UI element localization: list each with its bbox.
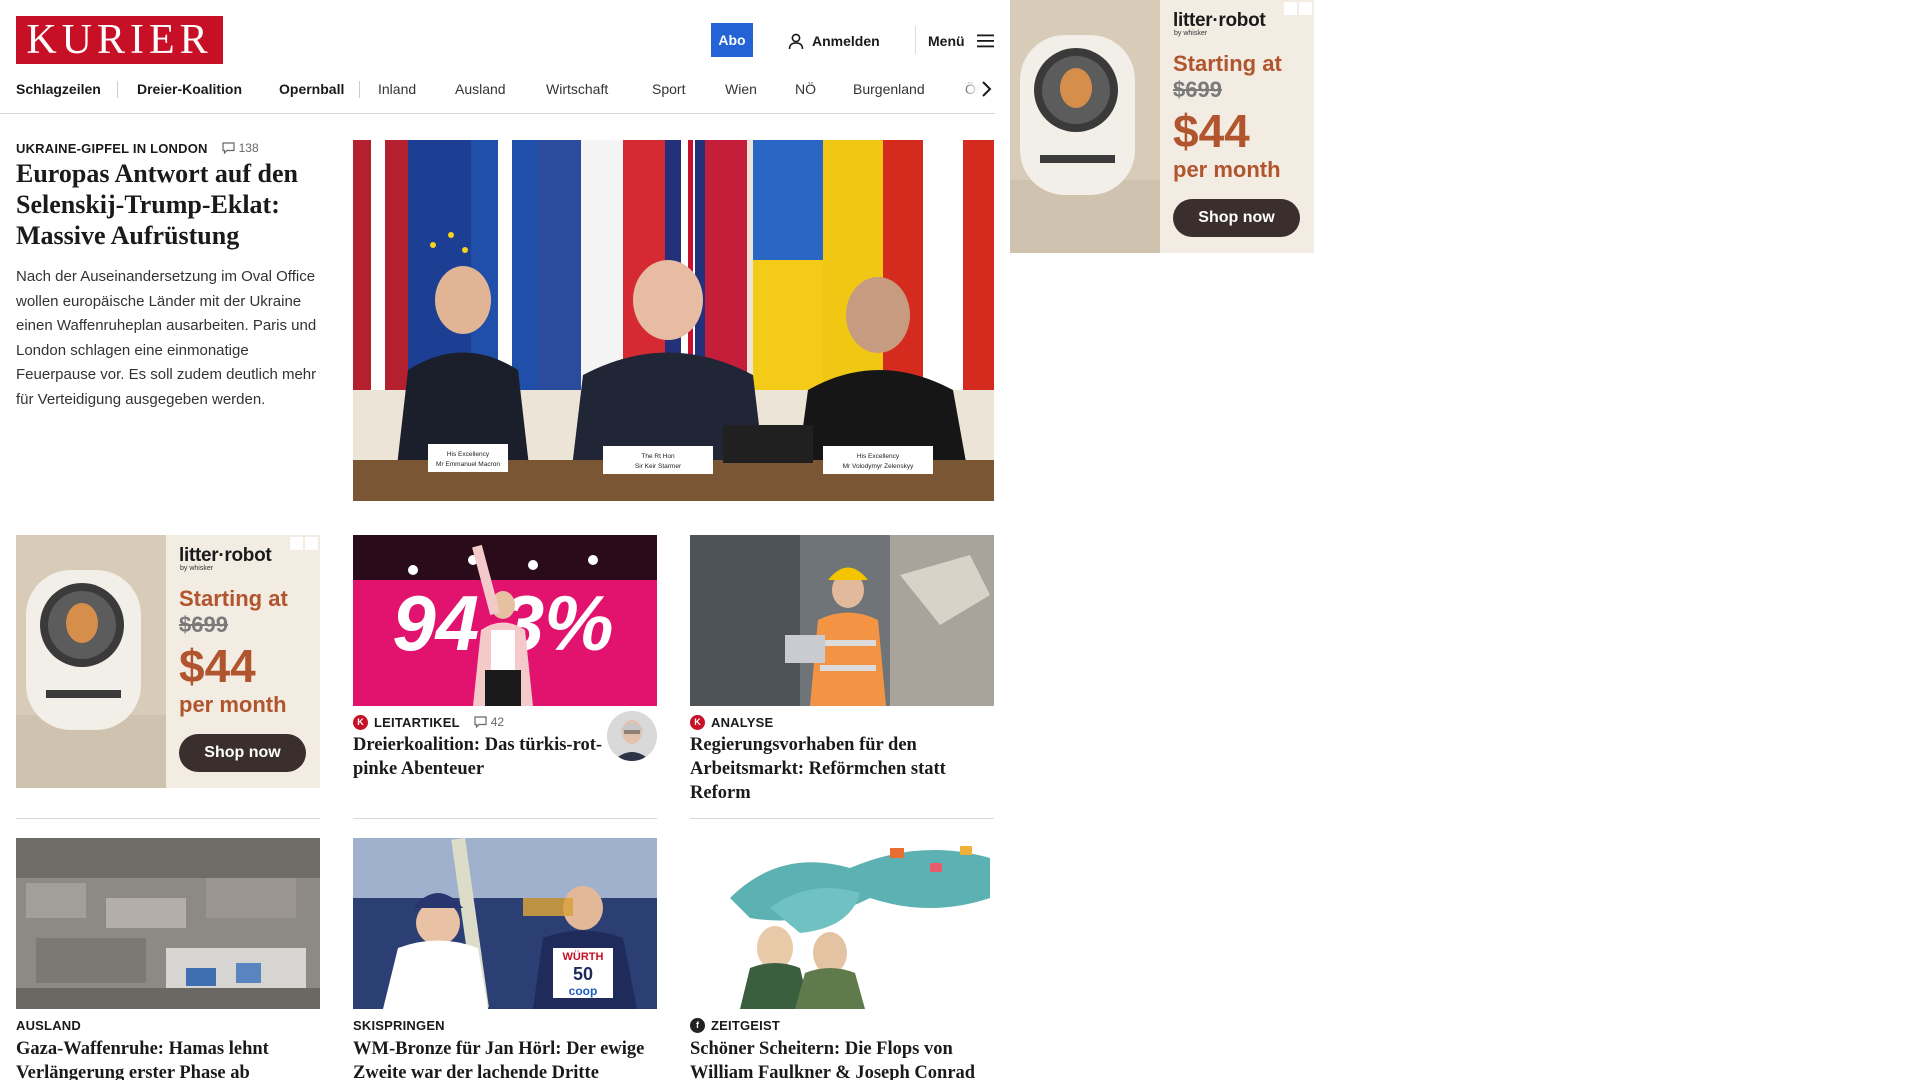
ad-info-icon[interactable] (1284, 2, 1297, 15)
bib-number: 50 (573, 964, 593, 984)
card-analyse-kicker-line: K ANALYSE (690, 713, 773, 731)
card-leitartikel-kicker-line: K LEITARTIKEL 42 (353, 713, 504, 731)
card-ausland-kicker: AUSLAND (16, 1017, 81, 1033)
nav-item-opernball[interactable]: Opernball (279, 78, 344, 100)
logo-text: KURIER (26, 17, 213, 63)
ad-copy: litter·robot by whisker Starting at $699… (179, 545, 314, 718)
card-divider (16, 818, 320, 819)
card-leitartikel-comments[interactable]: 42 (474, 715, 504, 729)
card-zeitgeist-kicker: ZEITGEIST (711, 1017, 780, 1033)
menu-button[interactable]: Menü (928, 30, 994, 52)
placard-zelenskyy-line2: Mr Volodymyr Zelenskyy (843, 463, 915, 470)
ad-shop-now-button[interactable]: Shop now (179, 734, 306, 772)
comment-count: 138 (238, 141, 259, 155)
ad-old-price: $699 (179, 612, 228, 637)
nav-item-ausland[interactable]: Ausland (455, 78, 506, 100)
top-story-teaser[interactable]: Nach der Auseinandersetzung im Oval Offi… (16, 265, 321, 412)
card-zeitgeist-title[interactable]: Schöner Scheitern: Die Flops von William… (690, 1037, 994, 1080)
zeitgeist-badge-icon: f (690, 1017, 705, 1033)
header-divider (915, 26, 916, 54)
ad-per-month: per month (179, 692, 287, 717)
bib-sponsor: WÜRTH (563, 950, 604, 963)
card-divider (353, 818, 657, 819)
nav-divider (359, 81, 360, 98)
ad-choices[interactable] (290, 537, 318, 550)
ad-litter-robot-top[interactable]: litter·robot by whisker Starting at $699… (1010, 0, 1314, 253)
card-skispringen-kicker-line: SKISPRINGEN (353, 1016, 445, 1034)
nav-divider (117, 81, 118, 98)
card-analyse-kicker: ANALYSE (711, 714, 774, 730)
comment-icon (474, 716, 487, 728)
nav-item-burgenland[interactable]: Burgenland (853, 78, 925, 100)
top-story-kicker: UKRAINE-GIPFEL IN LONDON (16, 140, 208, 156)
ad-shop-now-button[interactable]: Shop now (1173, 199, 1300, 237)
card-skispringen-image[interactable]: WÜRTH 50 coop (353, 838, 657, 1009)
card-divider (690, 818, 994, 819)
nav-item-noe[interactable]: NÖ (795, 78, 816, 100)
card-skispringen-kicker: SKISPRINGEN (353, 1017, 445, 1033)
ad-per-month: per month (1173, 157, 1281, 182)
placard-macron-line2: Mr Emmanuel Macron (436, 461, 500, 468)
chevron-right-icon[interactable] (976, 79, 996, 99)
top-story-comments[interactable]: 138 (222, 141, 259, 155)
ad-choices[interactable] (1284, 2, 1312, 15)
ad-litter-robot-inline[interactable]: litter·robot by whisker Starting at $699… (16, 535, 320, 788)
author-avatar[interactable] (607, 711, 657, 761)
card-leitartikel-kicker: LEITARTIKEL (374, 714, 460, 730)
placard-starmer-line2: Sir Keir Starmer (635, 463, 682, 470)
ad-price: $44 (179, 640, 256, 692)
placard-macron-line1: His Excellency (447, 451, 490, 458)
kurier-badge-icon: K (353, 714, 368, 730)
card-analyse-title[interactable]: Regierungsvorhaben für den Arbeitsmarkt:… (690, 733, 994, 805)
ad-info-icon[interactable] (290, 537, 303, 550)
card-zeitgeist-kicker-line: f ZEITGEIST (690, 1016, 780, 1034)
hamburger-icon (976, 34, 994, 48)
placard-zelenskyy-line1: His Excellency (857, 453, 900, 460)
ad-starting-at: Starting at (1173, 51, 1282, 76)
kurier-logo[interactable]: KURIER (16, 16, 223, 64)
ad-old-price: $699 (1173, 77, 1222, 102)
login-label: Anmelden (812, 33, 880, 49)
comment-count: 42 (490, 715, 505, 729)
ad-starting-at: Starting at (179, 586, 288, 611)
nav-item-inland[interactable]: Inland (378, 78, 416, 100)
bib-brand: coop (569, 984, 598, 998)
nav-item-sport[interactable]: Sport (652, 78, 685, 100)
kurier-badge-icon: K (690, 714, 705, 730)
ad-copy: litter·robot by whisker Starting at $699… (1173, 10, 1308, 183)
top-story-image[interactable]: His Excellency Mr Emmanuel Macron The Rt… (353, 140, 994, 501)
card-skispringen-title[interactable]: WM-Bronze für Jan Hörl: Der ewige Zweite… (353, 1037, 657, 1080)
card-leitartikel-image[interactable]: 94,3% (353, 535, 657, 706)
section-nav: Schlagzeilen Dreier-Koalition Opernball … (0, 78, 995, 114)
nav-item-schlagzeilen[interactable]: Schlagzeilen (16, 78, 101, 100)
nav-item-dreier-koalition[interactable]: Dreier-Koalition (137, 78, 242, 100)
card-leitartikel-title[interactable]: Dreierkoalition: Das türkis-rot-pinke Ab… (353, 733, 603, 781)
card-ausland-image[interactable] (16, 838, 320, 1009)
card-ausland-title[interactable]: Gaza-Waffenruhe: Hamas lehnt Verlängerun… (16, 1037, 320, 1080)
top-story-kicker-line: UKRAINE-GIPFEL IN LONDON 138 (16, 139, 259, 157)
user-icon (788, 33, 804, 49)
nav-item-wirtschaft[interactable]: Wirtschaft (546, 78, 608, 100)
nav-item-wien[interactable]: Wien (725, 78, 757, 100)
abo-button[interactable]: Abo (711, 23, 753, 57)
menu-label: Menü (928, 33, 965, 49)
ad-close-icon[interactable] (305, 537, 318, 550)
login-button[interactable]: Anmelden (788, 30, 880, 52)
ad-product-image (16, 535, 166, 788)
comment-icon (222, 142, 235, 154)
ad-close-icon[interactable] (1299, 2, 1312, 15)
card-ausland-kicker-line: AUSLAND (16, 1016, 81, 1034)
card-zeitgeist-image[interactable] (690, 838, 994, 1009)
top-story-title[interactable]: Europas Antwort auf den Selenskij-Trump-… (16, 158, 316, 251)
ad-product-image (1010, 0, 1160, 253)
ad-price: $44 (1173, 105, 1250, 157)
card-analyse-image[interactable] (690, 535, 994, 706)
placard-starmer-line1: The Rt Hon (641, 453, 675, 460)
